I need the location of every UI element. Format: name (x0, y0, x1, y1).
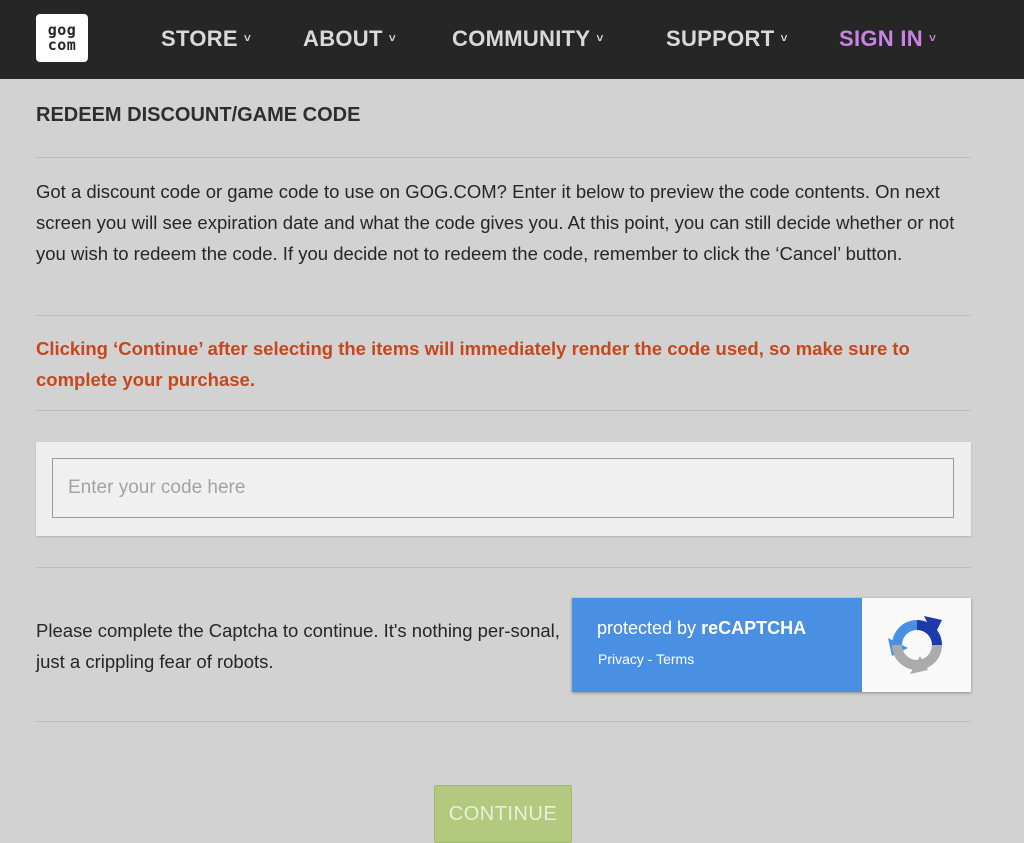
captcha-instructions: Please complete the Captcha to continue.… (36, 620, 560, 672)
nav-store[interactable]: STORE ˅ (161, 25, 251, 53)
logo-text-bottom: com (47, 36, 77, 54)
nav-community-label: COMMUNITY (452, 26, 591, 51)
recaptcha-brand: reCAPTCHA (701, 618, 807, 638)
nav-community[interactable]: COMMUNITY ˅ (452, 25, 604, 53)
recaptcha-terms-link[interactable]: Terms (656, 651, 694, 667)
redeem-description: Got a discount code or game code to use … (36, 181, 955, 264)
divider (36, 315, 971, 316)
recaptcha-info-panel: protected by reCAPTCHA Privacy - Terms (572, 598, 862, 692)
top-navigation-bar: gog com STORE ˅ ABOUT ˅ COMMUNITY ˅ SUPP… (0, 0, 1024, 79)
code-input[interactable] (52, 458, 954, 518)
chevron-down-icon: ˅ (388, 31, 397, 45)
chevron-down-icon: ˅ (929, 31, 937, 45)
nav-about[interactable]: ABOUT ˅ (303, 25, 396, 53)
gog-logo[interactable]: gog com (36, 14, 88, 62)
continue-button[interactable]: CONTINUE (434, 785, 572, 843)
divider (36, 567, 971, 568)
recaptcha-logo-panel (862, 598, 971, 692)
continue-warning: Clicking ‘Continue’ after selecting the … (36, 338, 910, 390)
recaptcha-links: Privacy - Terms (598, 651, 694, 667)
chevron-down-icon: ˅ (596, 31, 604, 45)
divider (36, 721, 971, 722)
nav-support-label: SUPPORT (666, 26, 775, 51)
recaptcha-link-separator: - (643, 651, 657, 667)
recaptcha-title: protected by reCAPTCHA (597, 618, 806, 639)
recaptcha-logo-icon (888, 616, 942, 674)
chevron-down-icon: ˅ (780, 31, 788, 45)
nav-support[interactable]: SUPPORT ˅ (666, 25, 788, 53)
nav-about-label: ABOUT (303, 26, 383, 51)
divider (36, 410, 971, 411)
recaptcha-title-prefix: protected by (597, 618, 702, 638)
nav-store-label: STORE (161, 26, 238, 51)
nav-sign-in[interactable]: SIGN IN ˅ (839, 25, 936, 53)
code-input-panel (36, 442, 971, 536)
divider (36, 157, 971, 158)
chevron-down-icon: ˅ (243, 31, 252, 45)
recaptcha-privacy-link[interactable]: Privacy (598, 651, 644, 667)
recaptcha-badge[interactable]: protected by reCAPTCHA Privacy - Terms (572, 598, 971, 692)
page-title: REDEEM DISCOUNT/GAME CODE (36, 104, 361, 126)
nav-sign-in-label: SIGN IN (839, 26, 923, 51)
